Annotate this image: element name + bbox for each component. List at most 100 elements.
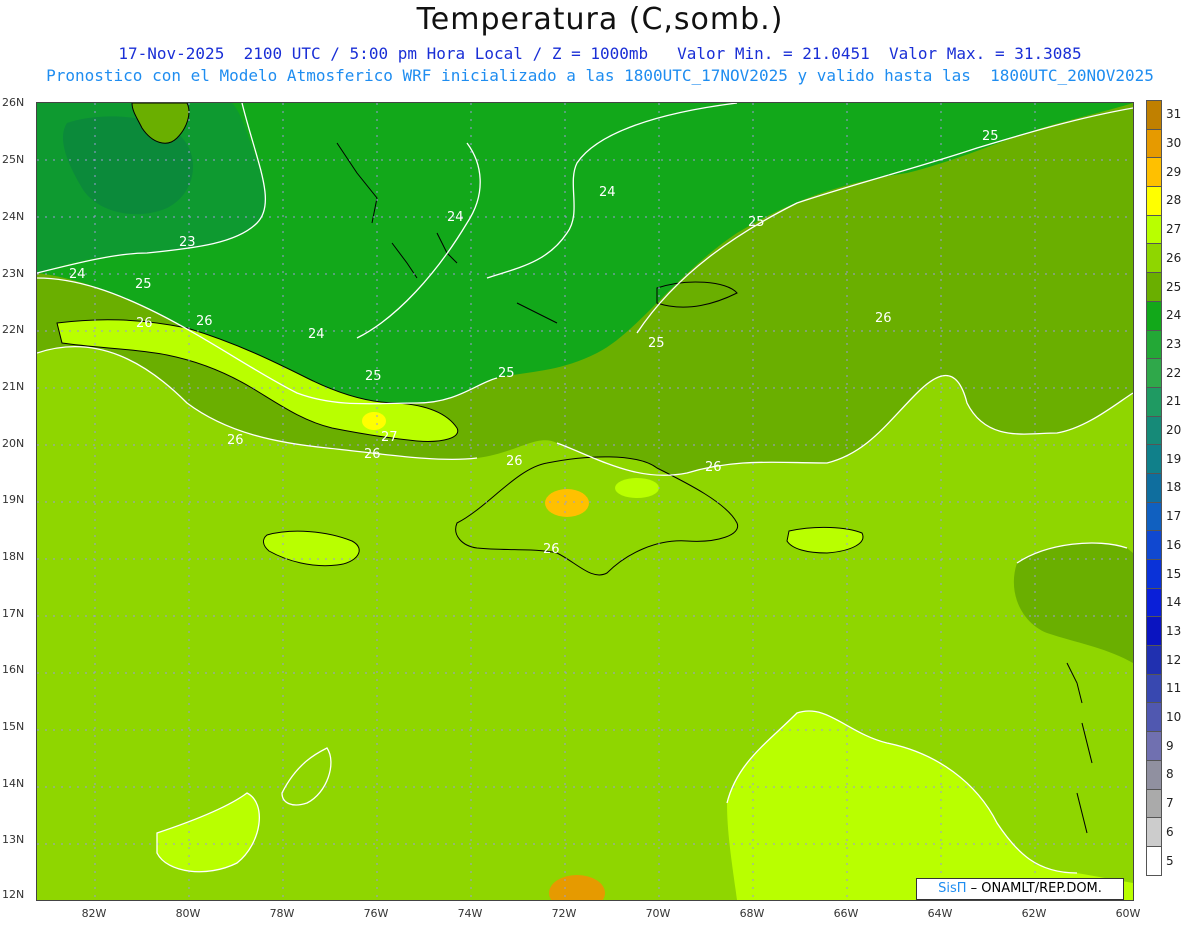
- lat-label: 23N: [2, 267, 25, 280]
- color-scale-cell: [1146, 559, 1162, 588]
- lat-label: 18N: [2, 550, 25, 563]
- color-scale-cell: [1146, 272, 1162, 301]
- lon-label: 76W: [363, 907, 389, 920]
- map-title: Temperatura (C,somb.): [416, 2, 784, 37]
- color-scale-label: 6: [1166, 824, 1174, 839]
- map-subtitle-time: 17-Nov-2025 2100 UTC / 5:00 pm Hora Loca…: [118, 44, 1082, 63]
- cuba-hot-spot: [362, 412, 386, 430]
- color-scale-label: 30: [1166, 136, 1182, 151]
- lon-label: 66W: [833, 907, 859, 920]
- contour-label: 26: [136, 316, 153, 331]
- contour-label: 26: [506, 454, 523, 469]
- color-scale-cell: [1146, 415, 1162, 445]
- color-scale-label: 16: [1166, 537, 1182, 552]
- color-scale-label: 24: [1166, 308, 1182, 323]
- color-scale-cell: [1146, 845, 1162, 876]
- map-area[interactable]: 23 24 24 24 24 25 25 25 25 25 25 26 26 2…: [36, 102, 1134, 901]
- color-scale-cell: [1146, 358, 1162, 387]
- color-scale-label: 22: [1166, 365, 1182, 380]
- lat-label: 21N: [2, 380, 25, 393]
- color-scale-label: 20: [1166, 423, 1182, 438]
- color-scale-label: 5: [1166, 853, 1174, 868]
- contour-label: 25: [648, 336, 665, 351]
- color-scale-cell: [1146, 501, 1162, 531]
- color-scale-bar: [1146, 100, 1162, 876]
- contour-label: 26: [705, 460, 722, 475]
- lon-label: 72W: [551, 907, 577, 920]
- color-scale-label: 19: [1166, 451, 1182, 466]
- color-scale-label: 25: [1166, 279, 1182, 294]
- contour-label: 25: [135, 277, 152, 292]
- contour-label: 26: [543, 542, 560, 557]
- color-scale-cell: [1146, 128, 1162, 158]
- contour-label: 26: [227, 433, 244, 448]
- lon-label: 74W: [457, 907, 483, 920]
- color-scale-cell: [1146, 759, 1162, 789]
- lon-label: 80W: [175, 907, 201, 920]
- contour-label: 25: [498, 366, 515, 381]
- contour-label: 26: [364, 447, 381, 462]
- color-scale-label: 14: [1166, 595, 1182, 610]
- color-scale-label: 26: [1166, 250, 1182, 265]
- color-scale-cell: [1146, 386, 1162, 416]
- lat-label: 16N: [2, 663, 25, 676]
- map-subtitle-model: Pronostico con el Modelo Atmosferico WRF…: [46, 66, 1154, 85]
- color-scale-label: 27: [1166, 222, 1182, 237]
- color-scale-cell: [1146, 817, 1162, 846]
- color-scale-cell: [1146, 157, 1162, 187]
- contour-label: 26: [875, 311, 892, 326]
- hispaniola-hot-spot: [545, 489, 589, 517]
- color-scale-label: 28: [1166, 193, 1182, 208]
- contour-label: 25: [748, 215, 765, 230]
- contour-label: 24: [599, 185, 616, 200]
- brand-logo-text: SisΠ: [938, 881, 967, 896]
- hispaniola-mid-spot: [615, 478, 659, 498]
- color-scale-label: 11: [1166, 681, 1182, 696]
- lon-label: 82W: [81, 907, 107, 920]
- color-scale-label: 21: [1166, 394, 1182, 409]
- lat-label: 12N: [2, 888, 25, 901]
- color-scale-cell: [1146, 300, 1162, 330]
- contour-label: 24: [447, 210, 464, 225]
- lat-label: 26N: [2, 96, 25, 109]
- lon-label: 62W: [1021, 907, 1047, 920]
- color-scale-label: 23: [1166, 336, 1182, 351]
- color-scale-label: 31: [1166, 107, 1182, 122]
- color-scale-cell: [1146, 587, 1162, 617]
- color-scale-cell: [1146, 616, 1162, 646]
- color-scale-cell: [1146, 645, 1162, 674]
- color-scale-label: 9: [1166, 738, 1174, 753]
- color-scale-cell: [1146, 186, 1162, 215]
- lat-label: 24N: [2, 210, 25, 223]
- contour-label: 24: [69, 267, 86, 282]
- contour-label: 26: [196, 314, 213, 329]
- credit-box: SisΠ – ONAMLT/REP.DOM.: [916, 878, 1124, 900]
- color-scale-cell: [1146, 444, 1162, 473]
- color-scale-label: 8: [1166, 767, 1174, 782]
- contour-label: 25: [365, 369, 382, 384]
- lon-label: 64W: [927, 907, 953, 920]
- lat-label: 14N: [2, 777, 25, 790]
- color-scale-label: 15: [1166, 566, 1182, 581]
- lat-label: 22N: [2, 323, 25, 336]
- color-scale-cell: [1146, 731, 1162, 760]
- color-scale-label: 18: [1166, 480, 1182, 495]
- color-scale-cell: [1146, 530, 1162, 559]
- color-scale-cell: [1146, 788, 1162, 818]
- lat-label: 20N: [2, 437, 25, 450]
- credit-text: – ONAMLT/REP.DOM.: [966, 881, 1102, 896]
- lat-label: 25N: [2, 153, 25, 166]
- color-scale-label: 13: [1166, 623, 1182, 638]
- color-scale-label: 7: [1166, 796, 1174, 811]
- color-scale-cell: [1146, 100, 1162, 129]
- color-scale-cell: [1146, 329, 1162, 359]
- contour-label: 23: [179, 235, 196, 250]
- color-scale-label: 12: [1166, 652, 1182, 667]
- color-scale-cell: [1146, 214, 1162, 244]
- lon-label: 70W: [645, 907, 671, 920]
- color-scale-cell: [1146, 243, 1162, 273]
- lon-label: 78W: [269, 907, 295, 920]
- contour-label: 24: [308, 327, 325, 342]
- color-scale-label: 17: [1166, 509, 1182, 524]
- contour-label: 25: [982, 129, 999, 144]
